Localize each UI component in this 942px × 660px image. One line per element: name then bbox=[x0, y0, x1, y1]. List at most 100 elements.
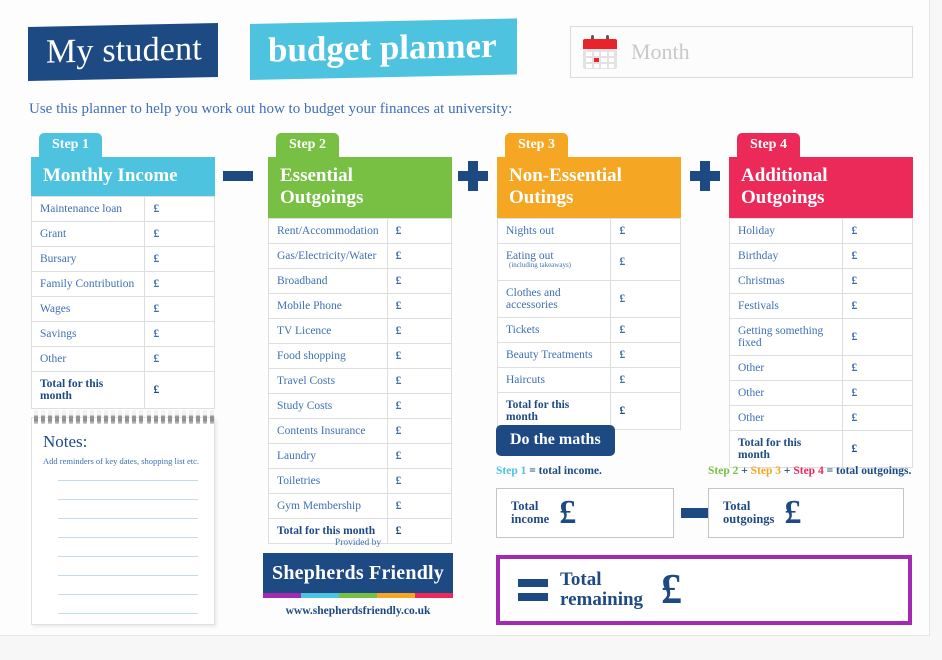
spiral-ring bbox=[195, 410, 200, 424]
table-row: Travel Costs £ bbox=[268, 368, 453, 394]
row-amount-input[interactable]: £ bbox=[386, 393, 453, 419]
table-row: Grant £ bbox=[30, 221, 215, 247]
table-row: Other £ bbox=[728, 380, 913, 406]
row-amount-input[interactable]: £ bbox=[386, 443, 453, 469]
note-line[interactable] bbox=[58, 518, 198, 519]
equals-icon bbox=[518, 579, 548, 601]
table-row: Tickets £ bbox=[496, 317, 681, 343]
total-income-box[interactable]: Total income £ bbox=[496, 488, 674, 538]
row-amount-input[interactable]: £ bbox=[144, 246, 215, 272]
row-amount-input[interactable]: £ bbox=[386, 268, 453, 294]
table-row: Family Contribution £ bbox=[30, 271, 215, 297]
table-row: Study Costs £ bbox=[268, 393, 453, 419]
row-label: Savings bbox=[30, 321, 146, 347]
total-row-amount[interactable]: £ bbox=[144, 371, 215, 409]
note-line[interactable] bbox=[58, 613, 198, 614]
planner-page: My student budget planner Month Use this… bbox=[0, 0, 930, 636]
row-amount-input[interactable]: £ bbox=[842, 268, 913, 294]
row-amount-input[interactable]: £ bbox=[386, 468, 453, 494]
row-label: Other bbox=[728, 380, 844, 406]
step-heading-1: Monthly Income bbox=[31, 157, 215, 196]
row-label: Maintenance loan bbox=[30, 196, 146, 222]
row-amount-input[interactable]: £ bbox=[144, 196, 215, 222]
table-row: Contents Insurance £ bbox=[268, 418, 453, 444]
row-amount-input[interactable]: £ bbox=[386, 493, 453, 519]
row-amount-input[interactable]: £ bbox=[610, 243, 681, 281]
total-row-label: Total for this month bbox=[496, 392, 612, 430]
total-remaining-box[interactable]: Total remaining £ bbox=[496, 555, 912, 625]
row-amount-input[interactable]: £ bbox=[842, 243, 913, 269]
row-amount-input[interactable]: £ bbox=[842, 380, 913, 406]
step-block-3: Step 3 Non-Essential Outings Nights out £… bbox=[496, 133, 681, 430]
row-amount-input[interactable]: £ bbox=[610, 218, 681, 244]
spiral-ring bbox=[118, 410, 123, 424]
step-table-3: Nights out £ Eating out(including takeaway… bbox=[496, 218, 681, 430]
total-row-label: Total for this month bbox=[728, 430, 844, 468]
total-outgoings-label: Total outgoings bbox=[723, 500, 774, 526]
row-amount-input[interactable]: £ bbox=[386, 293, 453, 319]
spiral-ring bbox=[146, 410, 151, 424]
note-line[interactable] bbox=[58, 499, 198, 500]
row-amount-input[interactable]: £ bbox=[610, 367, 681, 393]
row-label: Other bbox=[728, 355, 844, 381]
do-the-maths-tab: Do the maths bbox=[496, 425, 615, 456]
row-amount-input[interactable]: £ bbox=[386, 368, 453, 394]
table-row: Beauty Treatments £ bbox=[496, 342, 681, 368]
plus-icon-1 bbox=[458, 161, 488, 191]
row-amount-input[interactable]: £ bbox=[610, 280, 681, 318]
note-line[interactable] bbox=[58, 480, 198, 481]
row-amount-input[interactable]: £ bbox=[144, 221, 215, 247]
table-row: Laundry £ bbox=[268, 443, 453, 469]
notes-pad[interactable]: Notes: Add reminders of key dates, shopp… bbox=[31, 410, 215, 625]
row-amount-input[interactable]: £ bbox=[842, 405, 913, 431]
row-amount-input[interactable]: £ bbox=[610, 317, 681, 343]
row-amount-input[interactable]: £ bbox=[144, 346, 215, 372]
step-tab-2: Step 2 bbox=[276, 133, 339, 157]
step-tab-4: Step 4 bbox=[737, 133, 800, 157]
spiral-ring bbox=[54, 410, 59, 424]
formula-step-2: Step 2 bbox=[708, 465, 739, 477]
stripe-segment bbox=[301, 593, 339, 598]
row-amount-input[interactable]: £ bbox=[842, 355, 913, 381]
total-remaining-label: Total remaining bbox=[560, 570, 643, 610]
table-total-row: Total for this month £ bbox=[496, 392, 681, 430]
spiral-ring bbox=[97, 410, 102, 424]
row-amount-input[interactable]: £ bbox=[386, 318, 453, 344]
table-row: Holiday £ bbox=[728, 218, 913, 244]
brand-url[interactable]: www.shepherdsfriendly.co.uk bbox=[263, 605, 453, 617]
note-line[interactable] bbox=[58, 537, 198, 538]
stripe-segment bbox=[377, 593, 415, 598]
month-input[interactable]: Month bbox=[570, 26, 913, 78]
step-heading-4: Additional Outgoings bbox=[729, 157, 913, 218]
row-amount-input[interactable]: £ bbox=[386, 343, 453, 369]
plus-icon-2 bbox=[690, 161, 720, 191]
spiral-ring bbox=[139, 410, 144, 424]
table-row: TV Licence £ bbox=[268, 318, 453, 344]
row-amount-input[interactable]: £ bbox=[610, 342, 681, 368]
row-amount-input[interactable]: £ bbox=[842, 218, 913, 244]
step-block-4: Step 4 Additional Outgoings Holiday £ Birt… bbox=[728, 133, 913, 468]
row-amount-input[interactable]: £ bbox=[144, 321, 215, 347]
row-amount-input[interactable]: £ bbox=[842, 318, 913, 356]
step-heading-3: Non-Essential Outings bbox=[497, 157, 681, 218]
row-amount-input[interactable]: £ bbox=[386, 218, 453, 244]
row-amount-input[interactable]: £ bbox=[144, 271, 215, 297]
row-label: Christmas bbox=[728, 268, 844, 294]
formula-outgoings-rest: = total outgoings. bbox=[823, 465, 912, 477]
total-outgoings-box[interactable]: Total outgoings £ bbox=[708, 488, 904, 538]
formula-plus-2: + bbox=[781, 465, 794, 477]
row-amount-input[interactable]: £ bbox=[386, 418, 453, 444]
note-line[interactable] bbox=[58, 556, 198, 557]
row-label: Travel Costs bbox=[268, 368, 388, 394]
notes-lines[interactable] bbox=[58, 480, 198, 632]
total-row-amount[interactable]: £ bbox=[610, 392, 681, 430]
row-amount-input[interactable]: £ bbox=[386, 243, 453, 269]
row-label: Gas/Electricity/Water bbox=[268, 243, 388, 269]
row-label: Eating out(including takeaways) bbox=[496, 243, 612, 281]
row-amount-input[interactable]: £ bbox=[842, 293, 913, 319]
table-row: Maintenance loan £ bbox=[30, 196, 215, 222]
note-line[interactable] bbox=[58, 575, 198, 576]
note-line[interactable] bbox=[58, 594, 198, 595]
total-row-amount[interactable]: £ bbox=[842, 430, 913, 468]
row-amount-input[interactable]: £ bbox=[144, 296, 215, 322]
